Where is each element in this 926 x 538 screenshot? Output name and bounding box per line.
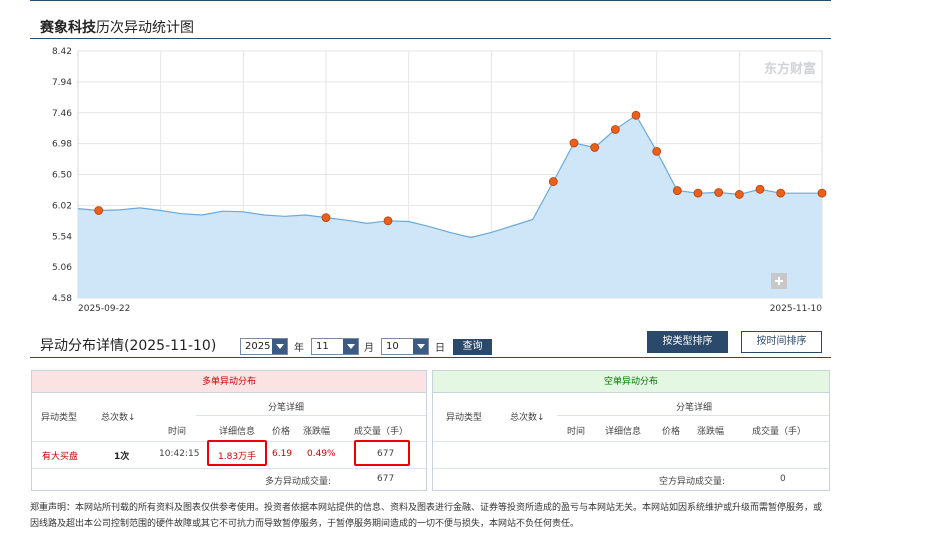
year-select[interactable]: 2025: [240, 338, 288, 355]
col-volume: 成交量（手）: [354, 427, 409, 437]
signal-marker[interactable]: [321, 213, 331, 222]
col-type: 异动类型: [41, 413, 78, 423]
signal-marker[interactable]: [610, 125, 620, 134]
sort-by-time-button[interactable]: 按时间排序: [741, 331, 822, 353]
disclaimer: 郑重声明：本网站所刊载的所有资料及图表仅供参考使用。投资者依据本网站提供的信息、…: [30, 503, 823, 529]
col-change: 涨跌幅: [697, 427, 725, 437]
detail-rule: [30, 357, 831, 358]
signal-marker[interactable]: [569, 138, 579, 148]
month-select[interactable]: 11: [311, 338, 359, 355]
y-axis: 8.42 7.94 7.46 6.98 6.50 6.02 5.54 5.06 4.58: [52, 47, 72, 304]
y-tick-label: 6.50: [52, 171, 72, 181]
watermark: 东方财富: [764, 61, 816, 77]
y-tick-label: 7.94: [52, 78, 72, 88]
y-tick-label: 6.98: [52, 140, 72, 150]
price-chart: 8.42 7.94 7.46 6.98 6.50 6.02 5.54 5.06 4.58 202…: [52, 47, 827, 314]
short-panel: 空单异动分布 分笔详细 异动类型 总次数↓ 时间 详细信息 价格 涨跌幅 成交量…: [432, 370, 830, 491]
total-label: 多方异动成交量:: [265, 477, 332, 487]
col-time: 时间: [168, 427, 187, 437]
signal-marker[interactable]: [755, 184, 765, 194]
total-value: 677: [377, 474, 395, 484]
signal-marker[interactable]: [693, 188, 703, 198]
query-button[interactable]: 查询: [453, 339, 492, 355]
y-tick-label: 5.06: [52, 263, 72, 273]
col-time: 时间: [567, 427, 586, 437]
title-suffix: 历次异动统计图: [96, 20, 194, 36]
short-panel-title: 空单异动分布: [433, 371, 829, 393]
signal-marker[interactable]: [734, 190, 744, 199]
signal-marker[interactable]: [652, 146, 662, 156]
signal-marker[interactable]: [631, 110, 641, 120]
stock-name: 赛象科技: [40, 20, 96, 36]
zoom-plus-button[interactable]: [771, 273, 787, 289]
col-info: 详细信息: [605, 427, 642, 437]
page-title: 赛象科技历次异动统计图: [40, 17, 194, 37]
day-value: 10: [386, 341, 399, 352]
x-end-label: 2025-11-10: [770, 304, 823, 314]
day-select[interactable]: 10: [381, 338, 429, 355]
y-tick-label: 7.46: [52, 109, 72, 119]
signal-marker[interactable]: [714, 188, 724, 197]
header-divider: [557, 415, 829, 416]
signal-marker[interactable]: [94, 206, 104, 215]
signal-marker[interactable]: [548, 177, 558, 186]
total-label: 空方异动成交量:: [659, 477, 726, 487]
col-detail-group: 分笔详细: [676, 403, 713, 413]
row-price: 6.19: [272, 449, 293, 459]
month-value: 11: [316, 341, 329, 352]
year-label: 年: [294, 343, 304, 354]
long-panel: 多单异动分布 分笔详细 异动类型 总次数↓ 时间 详细信息 价格 涨跌幅 成交量…: [31, 370, 427, 491]
signal-marker[interactable]: [817, 188, 827, 198]
col-price: 价格: [662, 427, 681, 437]
col-volume: 成交量（手）: [752, 427, 807, 437]
y-tick-label: 5.54: [52, 232, 72, 242]
title-rule: [30, 38, 831, 39]
y-tick-label: 8.42: [52, 47, 72, 57]
sort-by-type-button[interactable]: 按类型排序: [647, 331, 728, 353]
row-divider: [32, 468, 426, 469]
signal-marker[interactable]: [590, 143, 600, 152]
chevron-down-icon: [413, 339, 428, 354]
row-change: 0.49%: [307, 449, 336, 459]
row-volume: 677: [377, 449, 395, 459]
chevron-down-icon: [272, 339, 287, 354]
top-rule: [30, 0, 831, 1]
header-divider: [196, 415, 426, 416]
col-detail-group: 分笔详细: [268, 403, 305, 413]
chevron-down-icon: [343, 339, 358, 354]
col-type: 异动类型: [446, 413, 483, 423]
row-type-link[interactable]: 有大买盘: [42, 449, 78, 462]
day-label: 日: [435, 343, 445, 354]
row-info: 1.83万手: [218, 452, 257, 462]
col-price: 价格: [272, 427, 291, 437]
y-tick-label: 6.02: [52, 201, 72, 211]
col-change: 涨跌幅: [303, 427, 331, 437]
row-divider: [433, 468, 829, 469]
x-start-label: 2025-09-22: [78, 304, 130, 314]
total-value: 0: [780, 474, 786, 484]
row-divider: [433, 441, 829, 442]
signal-marker[interactable]: [776, 188, 786, 198]
col-count-sort[interactable]: 总次数↓: [510, 410, 545, 423]
col-count-sort[interactable]: 总次数↓: [101, 410, 136, 423]
signal-marker[interactable]: [672, 186, 682, 195]
year-value: 2025: [245, 341, 271, 352]
month-label: 月: [364, 343, 374, 354]
detail-title: 异动分布详情(2025-11-10): [40, 338, 217, 354]
signal-marker[interactable]: [383, 216, 393, 226]
y-tick-label: 4.58: [52, 294, 72, 304]
long-panel-title: 多单异动分布: [32, 371, 426, 393]
row-count: 1次: [114, 452, 130, 462]
col-info: 详细信息: [219, 427, 256, 437]
row-time: 10:42:15: [159, 449, 200, 459]
